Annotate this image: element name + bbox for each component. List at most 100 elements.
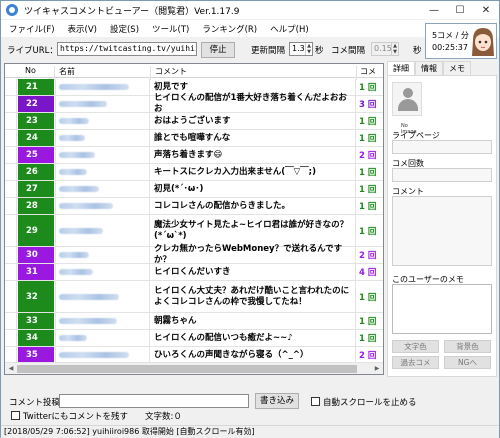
header-comment[interactable]: コメント: [155, 66, 187, 77]
no-image-icon: No image: [392, 82, 422, 135]
table-row[interactable]: 25 声落ち着きます😄 2 回: [5, 147, 383, 164]
user-name-redacted: [55, 347, 150, 363]
user-name-redacted: [55, 281, 150, 312]
comment-text: ヒイロくんの配信が1番大好き落ち着くんだよおおお: [151, 93, 356, 114]
row-selector[interactable]: [5, 96, 17, 112]
mascot-avatar: [472, 28, 494, 56]
table-row[interactable]: 29 魔法少女サイト見たよ~ヒイロ君は誰が好きなの？(*´ω`*) 1 回: [5, 215, 383, 247]
comment-field: [392, 196, 492, 266]
comment-interval-spinner[interactable]: 0.15 ▲ ▼: [371, 42, 399, 56]
comment-text: ヒイロくんの配信いつも癒だよ~~♪: [151, 330, 356, 346]
row-number: 24: [18, 130, 54, 146]
user-name-redacted: [55, 130, 150, 146]
title-bar: ツイキャスコメントビューアー（閲覧君）Ver.1.17.9 — ☐ ✕: [1, 1, 499, 19]
tab-memo[interactable]: メモ: [443, 61, 471, 75]
header-count[interactable]: コメ: [360, 66, 376, 77]
comment-count: 1 回: [359, 292, 377, 303]
ng-button[interactable]: NGへ: [444, 356, 491, 369]
table-row[interactable]: 31 ヒイロくんだいすき 4 回: [5, 264, 383, 281]
user-name-redacted: [55, 247, 150, 263]
row-selector[interactable]: [5, 264, 17, 280]
stop-button[interactable]: 停止: [201, 42, 235, 58]
scroll-thumb[interactable]: [17, 365, 357, 373]
user-name-redacted: [55, 264, 150, 280]
spinner-arrows-icon[interactable]: ▲ ▼: [391, 43, 398, 55]
table-row[interactable]: 30 クレカ無かったらWebMoney？で送れるんですか？ 2 回: [5, 244, 383, 265]
scroll-right-icon[interactable]: ▶: [371, 363, 383, 374]
menu-ranking[interactable]: ランキング(R): [202, 23, 257, 35]
elapsed-time: 00:25:37: [432, 43, 468, 52]
menu-tools[interactable]: ツール(T): [152, 23, 189, 35]
status-bar: [2018/05/29 7:06:52] yuihiiroi986 取得開始 […: [1, 425, 499, 438]
close-icon[interactable]: ✕: [473, 1, 499, 19]
maximize-icon[interactable]: ☐: [447, 1, 473, 19]
table-row[interactable]: 23 おはようございます 1 回: [5, 113, 383, 130]
table-row[interactable]: 27 初見(*´･ω･) 1 回: [5, 181, 383, 198]
write-button[interactable]: 書き込み: [255, 393, 299, 409]
comment-count: 1 回: [359, 317, 377, 327]
row-selector[interactable]: [5, 113, 17, 129]
table-row[interactable]: 34 ヒイロくんの配信いつも癒だよ~~♪ 1 回: [5, 330, 383, 347]
comments-per-minute: 5コメ / 分: [432, 31, 469, 40]
text-color-button[interactable]: 文字色: [392, 340, 439, 353]
menu-file[interactable]: ファイル(F): [9, 23, 55, 35]
comment-count: 1 回: [359, 334, 377, 344]
spinner-arrows-icon[interactable]: ▲ ▼: [305, 43, 312, 55]
row-selector[interactable]: [5, 215, 17, 246]
row-selector[interactable]: [5, 347, 17, 363]
table-row[interactable]: 28 コレコレさんの配信からきました。 1 回: [5, 198, 383, 215]
user-name-redacted: [55, 181, 150, 197]
user-name-redacted: [55, 79, 150, 95]
table-row[interactable]: 32 ヒイロくん大丈夫？あれだけ酷いこと言われたのによくコレコレさんの枠で我慢して…: [5, 281, 383, 313]
comment-text: コレコレさんの配信からきました。: [151, 198, 356, 214]
comment-text: 魔法少女サイト見たよ~ヒイロ君は誰が好きなの？(*´ω`*): [151, 215, 356, 246]
row-selector[interactable]: [5, 147, 17, 163]
row-selector[interactable]: [5, 181, 17, 197]
minimize-icon[interactable]: —: [421, 1, 447, 19]
row-selector[interactable]: [5, 247, 17, 263]
bg-color-button[interactable]: 背景色: [444, 340, 491, 353]
row-selector[interactable]: [5, 79, 17, 95]
row-number: 23: [18, 113, 54, 129]
table-row[interactable]: 26 キートスにクレカ入力出来ません(￣▽￣;) 1 回: [5, 164, 383, 181]
comment-count: 1 回: [359, 83, 377, 93]
user-memo-textarea[interactable]: [392, 284, 492, 334]
row-selector[interactable]: [5, 164, 17, 180]
comment-post-input[interactable]: [59, 394, 249, 408]
comment-grid: No 名前 コメント コメ 21 初見です 1 回 22 ヒイロくんの配信が1番大好き落…: [4, 63, 384, 375]
row-number: 35: [18, 347, 54, 363]
row-selector[interactable]: [5, 313, 17, 329]
scroll-left-icon[interactable]: ◀: [5, 363, 17, 374]
live-url-input[interactable]: https://twitcasting.tv/yuihiiroi98: [57, 42, 197, 56]
row-selector[interactable]: [5, 330, 17, 346]
comment-text: 誰とでも喧嘩すんな: [151, 130, 356, 146]
app-icon: [6, 4, 18, 16]
window-title: ツイキャスコメントビューアー（閲覧君）Ver.1.17.9: [24, 6, 240, 17]
char-count: 文字数:０: [145, 412, 182, 422]
row-selector[interactable]: [5, 130, 17, 146]
table-row[interactable]: 33 朝霧ちゃん 1 回: [5, 313, 383, 330]
comment-count: 1 回: [359, 226, 377, 237]
table-row[interactable]: 24 誰とでも喧嘩すんな 1 回: [5, 130, 383, 147]
table-row[interactable]: 22 ヒイロくんの配信が1番大好き落ち着くんだよおおお 3 回: [5, 93, 383, 114]
comment-count: 4 回: [359, 268, 377, 278]
twitter-checkbox[interactable]: [11, 411, 20, 420]
user-name-redacted: [55, 313, 150, 329]
horizontal-scrollbar[interactable]: ◀ ▶: [5, 362, 383, 374]
tab-detail[interactable]: 詳細: [387, 61, 415, 76]
user-name-redacted: [55, 215, 150, 246]
autoscroll-stop-checkbox[interactable]: [311, 397, 320, 406]
menu-settings[interactable]: 設定(S): [110, 23, 139, 35]
row-selector[interactable]: [5, 281, 17, 312]
row-number: 32: [18, 281, 54, 312]
menu-view[interactable]: 表示(V): [68, 23, 97, 35]
row-number: 31: [18, 264, 54, 280]
interval-spinner[interactable]: 1.3 ▲ ▼: [289, 42, 313, 56]
past-comments-button[interactable]: 過去コメ: [392, 356, 439, 369]
row-selector[interactable]: [5, 198, 17, 214]
menu-help[interactable]: ヘルプ(H): [270, 23, 309, 35]
header-no[interactable]: No: [25, 66, 36, 75]
tab-info[interactable]: 情報: [415, 61, 443, 75]
header-name[interactable]: 名前: [59, 66, 75, 77]
live-page-field[interactable]: [392, 140, 492, 154]
